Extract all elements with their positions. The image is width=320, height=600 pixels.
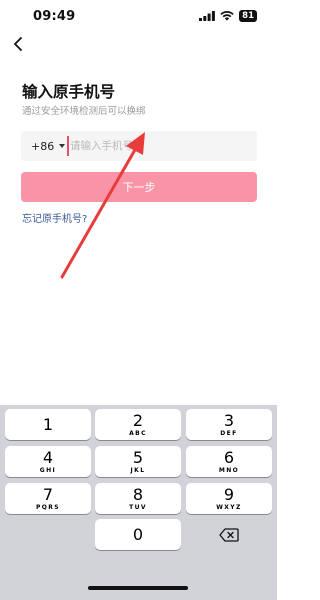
key-letters: TUV	[129, 504, 147, 511]
key-5[interactable]: 5 JKL	[95, 446, 181, 477]
key-letters: GHI	[39, 467, 57, 474]
status-bar: 09:49 81	[0, 0, 277, 34]
key-digit: 9	[223, 485, 235, 504]
next-step-button[interactable]: 下一步	[21, 172, 257, 202]
back-chevron-icon	[14, 37, 22, 51]
signal-icon	[199, 11, 216, 21]
key-2[interactable]: 2 ABC	[95, 409, 181, 440]
home-indicator	[88, 586, 188, 590]
page-title: 输入原手机号	[22, 83, 116, 101]
numeric-keyboard: 1 2 ABC 3 DEF 4 GHI 5 JKL 6 MNO 7 PQRS 8…	[0, 405, 277, 600]
key-digit: 3	[223, 411, 235, 430]
key-9[interactable]: 9 WXYZ	[186, 483, 272, 514]
key-letters: ABC	[129, 430, 147, 437]
phone-input-row: +86	[21, 131, 257, 161]
key-digit: 2	[132, 411, 144, 430]
key-letters: PQRS	[35, 504, 61, 511]
key-digit: 4	[42, 448, 54, 467]
key-letters: JKL	[130, 467, 146, 474]
backspace-icon	[219, 527, 239, 542]
key-letters: WXYZ	[216, 504, 242, 511]
key-8[interactable]: 8 TUV	[95, 483, 181, 514]
battery-icon: 81	[239, 10, 257, 22]
key-6[interactable]: 6 MNO	[186, 446, 272, 477]
key-7[interactable]: 7 PQRS	[5, 483, 91, 514]
phone-number-input[interactable]	[67, 136, 237, 156]
key-letters: MNO	[218, 467, 240, 474]
key-0[interactable]: 0	[95, 519, 181, 550]
key-digit: 7	[42, 485, 54, 504]
forgot-phone-link[interactable]: 忘记原手机号?	[22, 210, 87, 225]
key-digit: 6	[223, 448, 235, 467]
key-4[interactable]: 4 GHI	[5, 446, 91, 477]
status-icons: 81	[199, 10, 257, 22]
key-digit: 1	[42, 414, 54, 434]
country-code-label: +86	[31, 139, 55, 153]
key-digit: 5	[132, 448, 144, 467]
wifi-icon	[220, 11, 234, 21]
key-3[interactable]: 3 DEF	[186, 409, 272, 440]
backspace-key[interactable]	[186, 519, 272, 550]
page-subtitle: 通过安全环境检测后可以换绑	[22, 106, 146, 117]
key-digit: 0	[132, 525, 144, 544]
key-letters: DEF	[220, 430, 238, 437]
key-digit: 8	[132, 485, 144, 504]
status-time: 09:49	[33, 9, 76, 24]
dropdown-caret-icon	[59, 144, 66, 148]
key-1[interactable]: 1	[5, 409, 91, 440]
back-button[interactable]	[8, 33, 28, 55]
country-code-selector[interactable]: +86	[21, 140, 67, 153]
